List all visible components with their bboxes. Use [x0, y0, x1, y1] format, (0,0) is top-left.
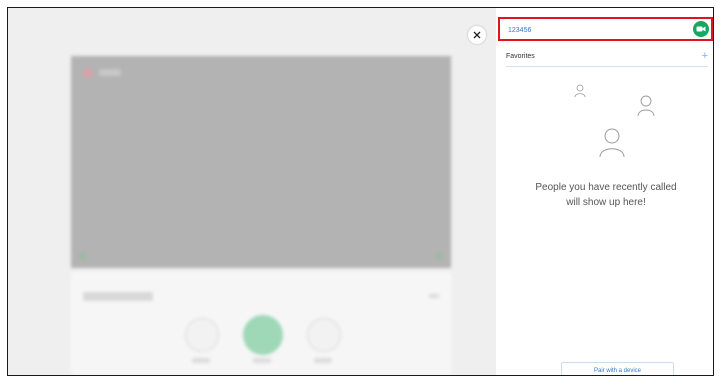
person-icon	[599, 128, 625, 158]
add-favorite-button[interactable]: +	[702, 49, 708, 63]
dial-panel: Favorites + People you have recently cal…	[496, 8, 713, 375]
pair-with-device-button[interactable]: Pair with a device	[561, 362, 674, 375]
recent-calls-empty-message: People you have recently called will sho…	[516, 180, 696, 210]
background-caption	[314, 358, 332, 363]
person-icon	[574, 84, 586, 98]
background-recording-dot	[83, 68, 93, 78]
background-chevron	[429, 294, 439, 298]
background-card-title	[83, 292, 153, 301]
background-meeting-card	[71, 272, 451, 375]
video-call-icon	[696, 26, 706, 32]
background-caption	[192, 358, 210, 363]
dial-input-box	[498, 17, 713, 41]
dial-number-input[interactable]	[508, 23, 678, 37]
close-icon	[473, 31, 481, 39]
person-icon	[637, 95, 655, 117]
app-window: Favorites + People you have recently cal…	[7, 7, 714, 376]
background-corner-icon	[435, 252, 443, 260]
video-call-button[interactable]	[693, 21, 709, 37]
background-name-tag	[99, 69, 121, 76]
background-corner-icon	[79, 252, 87, 260]
empty-message-line: People you have recently called	[535, 182, 677, 193]
favorites-header: Favorites +	[506, 49, 708, 67]
empty-message-line: will show up here!	[566, 197, 646, 208]
background-video-preview	[71, 56, 451, 268]
background-join-button	[243, 315, 283, 355]
background-caption	[253, 358, 271, 363]
background-action-button	[185, 318, 219, 352]
close-button[interactable]	[468, 26, 486, 44]
favorites-label: Favorites	[506, 53, 535, 60]
background-action-button	[307, 318, 341, 352]
background-meeting-pane	[8, 8, 496, 375]
